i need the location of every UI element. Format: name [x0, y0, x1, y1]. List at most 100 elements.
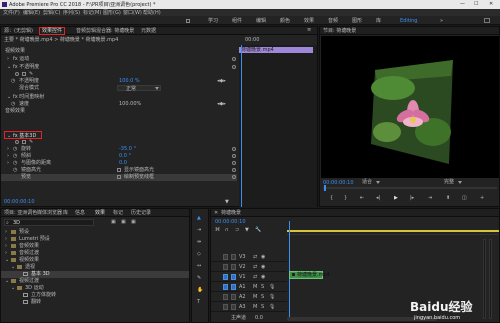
track-select-tool-icon[interactable]: ⇥ — [197, 227, 201, 233]
maximize-icon[interactable]: ☐ — [474, 1, 478, 7]
track-header-a1[interactable]: A1 M S 🎙 — [211, 283, 287, 292]
pen-mask-icon[interactable]: ✎ — [29, 139, 33, 145]
eye-icon[interactable]: ◉ — [261, 254, 265, 260]
workspace-libraries[interactable]: 库 — [376, 18, 381, 24]
tree-item-lumetri[interactable]: › Lumetri 预设 — [1, 236, 189, 243]
tab-libraries[interactable]: 库 — [63, 210, 68, 216]
effect-time-remap-row[interactable]: ⌄ fx 时间重映射 — [1, 94, 237, 101]
collapse-arrow-icon[interactable]: ⌄ — [11, 264, 15, 270]
add-button-icon[interactable]: + — [480, 195, 484, 201]
expand-arrow-icon[interactable]: › — [5, 236, 7, 242]
step-forward-icon[interactable]: |▸ — [410, 195, 414, 201]
fit-select[interactable]: 适合 — [362, 179, 386, 185]
32bit-effects-icon[interactable]: ▣ — [121, 219, 126, 225]
go-to-in-icon[interactable]: ⇤ — [360, 195, 364, 201]
workspace-graphics[interactable]: 图形 — [352, 18, 362, 24]
solo-button[interactable]: S — [261, 304, 264, 310]
lock-toggle[interactable] — [223, 264, 228, 270]
close-tab-icon[interactable]: ✕ — [214, 210, 218, 216]
mute-button[interactable]: M — [253, 304, 257, 310]
program-scrub-bar[interactable] — [323, 187, 497, 189]
track-header-v2[interactable]: V2 ⇄ ◉ — [211, 263, 287, 272]
tree-item-cube-spin[interactable]: 立方体旋转 — [1, 292, 189, 299]
mic-icon[interactable]: 🎙 — [269, 284, 275, 290]
program-playhead[interactable] — [324, 185, 326, 191]
track-header-v1[interactable]: V1 ⇄ ◉ — [211, 273, 287, 282]
tab-audio-clip-mixer[interactable]: 音频剪辑混合器: 荷塘晚景 — [76, 28, 134, 34]
stopwatch-icon[interactable]: ◷ — [13, 167, 17, 173]
target-toggle[interactable] — [231, 254, 236, 260]
sync-lock-icon[interactable]: ⇄ — [253, 254, 257, 260]
timeline-clip-v1[interactable]: 荷塘晚景.mp4 — [289, 271, 330, 279]
linked-selection-icon[interactable]: ⊃ — [235, 227, 239, 233]
tree-item-flip[interactable]: 翻转 — [1, 299, 189, 306]
pen-tool-icon[interactable]: ✎ — [197, 275, 201, 281]
expand-arrow-icon[interactable]: › — [5, 243, 7, 249]
go-to-out-icon[interactable]: ⇥ — [428, 195, 432, 201]
speed-value[interactable]: 100.00% — [119, 101, 141, 107]
expand-arrow-icon[interactable]: › — [7, 160, 9, 166]
tab-media-browser[interactable]: 媒体浏览器 — [37, 210, 62, 216]
target-toggle[interactable] — [231, 284, 236, 290]
basic3d-tilt-value[interactable]: 0.0 ° — [119, 153, 131, 159]
expand-arrow-icon[interactable]: › — [7, 56, 9, 62]
expand-arrow-icon[interactable]: › — [5, 229, 7, 235]
timeline-settings-icon[interactable]: 🔧 — [255, 227, 261, 233]
panel-menu-icon[interactable]: ≡ — [307, 27, 311, 33]
program-monitor-tab[interactable]: 节目: 荷塘晚景 — [323, 28, 356, 34]
mini-timeline-playhead[interactable] — [241, 45, 242, 207]
reset-icon[interactable] — [232, 65, 236, 69]
tab-effect-controls[interactable]: 效果控件 — [39, 27, 66, 35]
mic-icon[interactable]: 🎙 — [269, 304, 275, 310]
mark-in-icon[interactable]: { — [330, 195, 333, 201]
workspace-editing[interactable]: Editing — [400, 18, 417, 24]
expand-arrow-icon[interactable]: › — [5, 250, 7, 256]
timeline-tab[interactable]: 荷塘晚景 — [221, 210, 241, 216]
solo-button[interactable]: S — [261, 284, 264, 290]
hand-tool-icon[interactable]: ✋ — [197, 287, 203, 293]
sync-lock-icon[interactable]: ⇄ — [253, 264, 257, 270]
solo-button[interactable]: S — [261, 294, 264, 300]
sync-lock-icon[interactable]: ⇄ — [253, 274, 257, 280]
tab-markers[interactable]: 标记 — [113, 210, 123, 216]
mute-button[interactable]: M — [253, 294, 257, 300]
lock-toggle[interactable] — [223, 304, 228, 310]
add-marker-icon[interactable]: ▼ — [245, 227, 249, 233]
effect-opacity-row[interactable]: ⌄ fx 不透明度 — [1, 64, 237, 71]
workspace-more-icon[interactable]: » — [440, 18, 443, 24]
workspace-audio[interactable]: 音频 — [328, 18, 338, 24]
stopwatch-icon[interactable]: ◷ — [11, 101, 15, 107]
eye-icon[interactable]: ◉ — [261, 274, 265, 280]
search-icon[interactable] — [484, 18, 490, 23]
workspace-color[interactable]: 颜色 — [280, 18, 290, 24]
tree-item-audio-effects[interactable]: › 音频效果 — [1, 243, 189, 250]
tree-item-audio-transitions[interactable]: › 音频过渡 — [1, 250, 189, 257]
ellipse-mask-icon[interactable] — [15, 72, 19, 76]
tab-project[interactable]: 项目: 亚洲调色 — [4, 210, 37, 216]
step-back-icon[interactable]: ◂| — [376, 195, 380, 201]
target-toggle[interactable] — [231, 294, 236, 300]
mark-out-icon[interactable]: } — [344, 195, 347, 201]
timeline-timecode[interactable]: 00:00:00:10 — [215, 219, 246, 225]
collapse-arrow-icon[interactable]: ⌄ — [11, 285, 15, 291]
target-toggle[interactable] — [231, 264, 236, 270]
slip-tool-icon[interactable]: ↔ — [197, 263, 201, 269]
mute-button[interactable]: M — [253, 284, 257, 290]
effects-search-input[interactable]: ⌕ 3D — [4, 219, 94, 226]
workspace-learn[interactable]: 学习 — [208, 18, 218, 24]
tree-item-basic3d[interactable]: 基本 3D — [1, 271, 189, 278]
reset-icon[interactable] — [232, 168, 236, 172]
basic3d-distance-value[interactable]: 0.0 — [119, 160, 127, 166]
effect-motion-row[interactable]: › fx 运动 — [1, 56, 237, 63]
tree-item-video-transitions[interactable]: ⌄ 视频过渡 — [1, 278, 189, 285]
razor-tool-icon[interactable]: ◇ — [197, 251, 201, 257]
specular-checkbox[interactable] — [117, 168, 121, 172]
keyframe-nav-icon[interactable]: ◂◆▸ — [217, 101, 226, 107]
pen-mask-icon[interactable]: ✎ — [29, 71, 33, 77]
reset-icon[interactable] — [232, 57, 236, 61]
ripple-edit-tool-icon[interactable]: ⇹ — [197, 239, 201, 245]
export-frame-icon[interactable]: ◫ — [462, 195, 467, 201]
rect-mask-icon[interactable] — [22, 140, 26, 144]
eye-icon[interactable]: ◉ — [261, 264, 265, 270]
tree-item-3d-motion[interactable]: ⌄ 3D 运动 — [1, 285, 189, 292]
